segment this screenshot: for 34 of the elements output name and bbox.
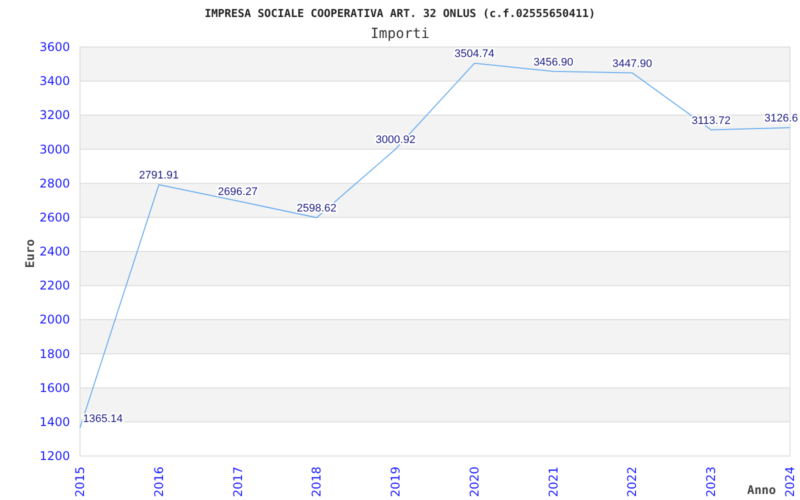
data-label: 2696.27 — [218, 186, 258, 198]
data-label: 3504.74 — [454, 48, 494, 60]
x-tick-label: 2016 — [152, 466, 166, 497]
x-tick-label: 2021 — [546, 466, 560, 497]
y-tick-label: 3400 — [39, 74, 70, 88]
x-tick-label: 2023 — [704, 466, 718, 497]
x-tick-label: 2024 — [783, 466, 797, 497]
y-tick-label: 2400 — [39, 244, 70, 258]
data-label: 3456.90 — [533, 56, 574, 68]
x-tick-label: 2019 — [388, 466, 403, 497]
y-tick-label: 1200 — [39, 449, 70, 463]
data-label: 2791.91 — [139, 170, 179, 182]
x-tick-label: 2018 — [310, 466, 324, 497]
y-tick-label: 2800 — [39, 176, 70, 190]
y-tick-label: 2600 — [39, 210, 70, 224]
series-name: Importi — [370, 26, 430, 42]
x-tick-label: 2020 — [467, 466, 482, 497]
y-tick-label: 3600 — [39, 40, 70, 54]
y-tick-label: 3000 — [39, 142, 70, 156]
y-tick-label: 3200 — [39, 108, 70, 122]
y-tick-label: 2000 — [39, 312, 70, 327]
data-label: 3126.6 — [764, 112, 798, 125]
data-label: 3447.90 — [612, 58, 652, 70]
y-tick-label: 1600 — [39, 380, 70, 395]
y-tick-label: 2200 — [39, 278, 70, 293]
y-axis-label: Euro — [23, 239, 37, 268]
y-tick-label: 1800 — [39, 346, 70, 361]
x-tick-label: 2022 — [625, 466, 640, 497]
chart-title: IMPRESA SOCIALE COOPERATIVA ART. 32 ONLUS (c.f.02555650411) — [204, 7, 596, 20]
y-tick-label: 1400 — [39, 414, 70, 429]
data-label: 1365.14 — [83, 412, 123, 425]
x-tick-label: 2017 — [230, 466, 245, 497]
x-axis-label: Anno — [747, 483, 776, 497]
x-tick-label: 2015 — [73, 466, 87, 497]
